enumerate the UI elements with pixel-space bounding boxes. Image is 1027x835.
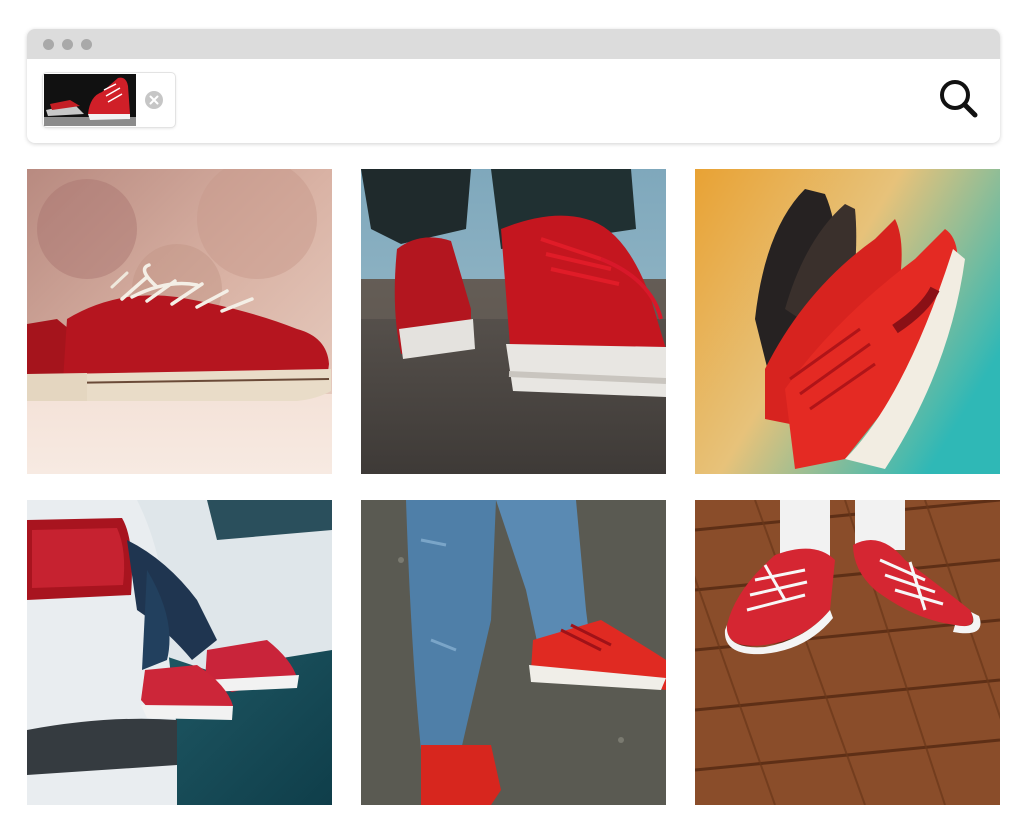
remove-query-image-icon[interactable] (144, 90, 164, 110)
red-running-shoes-against-wall-photo (695, 169, 1000, 474)
red-sneakers-car-trunk-photo (27, 500, 332, 805)
search-icon[interactable] (937, 77, 981, 121)
result-image-3[interactable] (695, 169, 1000, 474)
results-grid (27, 169, 1000, 805)
result-image-6[interactable] (695, 500, 1000, 805)
result-image-1[interactable] (27, 169, 332, 474)
image-search-bar[interactable] (27, 59, 1000, 143)
query-image-chip[interactable] (43, 73, 175, 127)
result-image-5[interactable] (361, 500, 666, 805)
red-sneakers-wood-floor-photo (695, 500, 1000, 805)
result-image-2[interactable] (361, 169, 666, 474)
window-maximize-dot[interactable] (81, 39, 92, 50)
window-close-dot[interactable] (43, 39, 54, 50)
red-canvas-sneakers-photo (27, 169, 332, 474)
red-running-shoes-jeans-photo (361, 500, 666, 805)
browser-window (27, 29, 1000, 143)
query-image-thumbnail (44, 74, 136, 126)
window-minimize-dot[interactable] (62, 39, 73, 50)
window-titlebar (27, 29, 1000, 59)
result-image-4[interactable] (27, 500, 332, 805)
red-sneakers-on-asphalt-photo (361, 169, 666, 474)
